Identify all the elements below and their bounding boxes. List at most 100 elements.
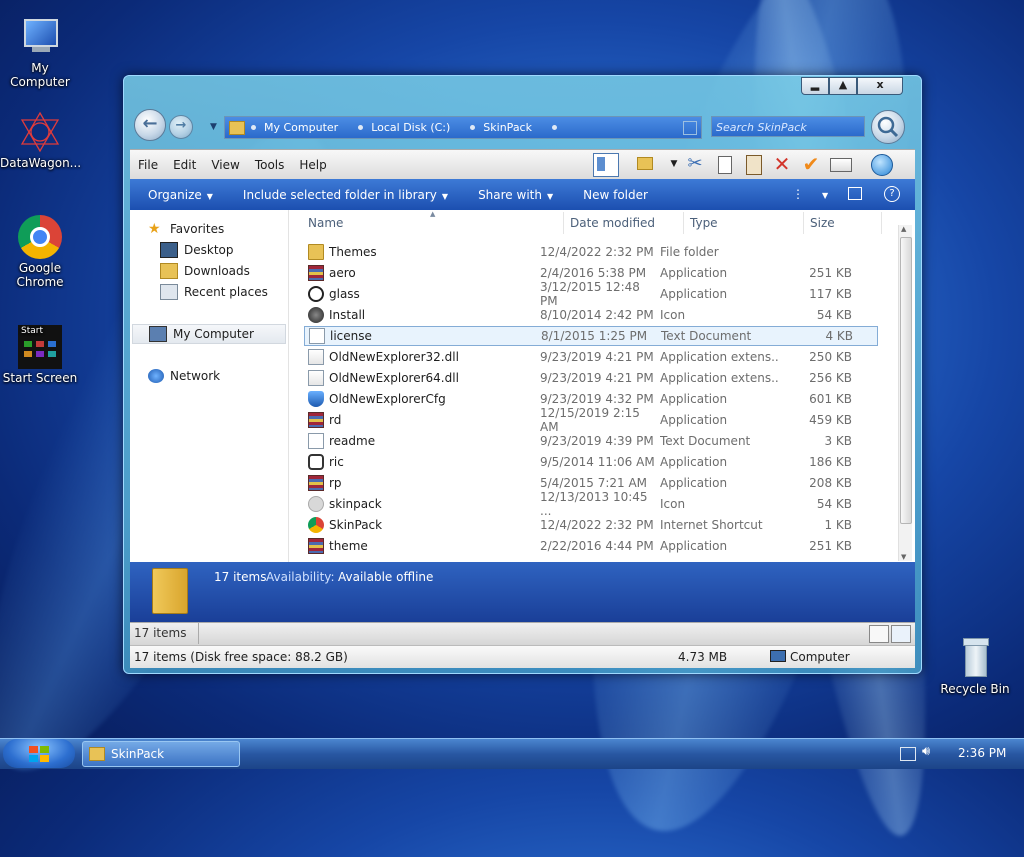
file-row[interactable]: SkinPack 12/4/2022 2:32 PM Internet Shortc… xyxy=(304,515,878,535)
close-button[interactable]: x xyxy=(857,77,903,95)
file-row[interactable]: Themes 12/4/2022 2:32 PM File folder xyxy=(304,242,878,262)
maximize-button[interactable]: ▲ xyxy=(829,77,857,95)
desktop-icon-start-screen[interactable]: Start Start Screen xyxy=(0,325,80,385)
file-date: 3/12/2015 12:48 PM xyxy=(540,280,640,308)
file-size: 54 KB xyxy=(816,497,852,511)
back-arrow-icon: ← xyxy=(142,113,158,134)
breadcrumb-skinpack[interactable]: SkinPack xyxy=(464,121,532,134)
volume-icon[interactable]: 🔊︎ xyxy=(922,744,930,759)
chevron-down-icon: ▼ xyxy=(206,191,213,201)
preview-pane-toggle-icon[interactable] xyxy=(848,187,862,200)
details-availability-label: Availability: xyxy=(266,570,335,584)
text-document-icon xyxy=(309,328,325,344)
checkmark-icon[interactable]: ✔ xyxy=(799,153,823,175)
network-tray-icon[interactable] xyxy=(900,747,916,761)
file-row[interactable]: glass 3/12/2015 12:48 PM Application 117 KB xyxy=(304,280,878,308)
paste-icon[interactable] xyxy=(741,153,765,175)
file-row[interactable]: theme 2/22/2016 4:44 PM Application 251 KB xyxy=(304,536,878,556)
desktop-icon-google-chrome[interactable]: Google Chrome xyxy=(0,215,80,289)
share-with-button[interactable]: Share with ▼ xyxy=(478,188,553,202)
file-row[interactable]: OldNewExplorer64.dll 9/23/2019 4:21 PM App… xyxy=(304,368,878,388)
minimize-button[interactable]: ▂ xyxy=(801,77,829,95)
breadcrumb-separator xyxy=(551,125,557,130)
recent-pages-dropdown[interactable]: ▼ xyxy=(210,122,217,132)
file-row[interactable]: rd 12/15/2019 2:15 AM Application 459 KB xyxy=(304,406,878,434)
globe-icon[interactable] xyxy=(870,153,894,176)
clock[interactable]: 2:36 PM xyxy=(958,746,1006,760)
file-row[interactable]: ric 9/5/2014 11:06 AM Application 186 KB xyxy=(304,452,878,472)
search-button[interactable] xyxy=(871,110,905,144)
datawagon-icon xyxy=(18,110,62,154)
file-row[interactable]: license 8/1/2015 1:25 PM Text Document 4 KB xyxy=(304,326,878,346)
column-header-name[interactable]: Name xyxy=(302,212,564,234)
forward-button[interactable]: → xyxy=(169,115,193,139)
star-icon: ★ xyxy=(148,221,161,237)
address-bar[interactable]: My Computer Local Disk (C:) SkinPack xyxy=(224,116,702,139)
file-name-cell: SkinPack xyxy=(304,517,540,533)
file-type: Application extens... xyxy=(660,371,780,385)
file-row[interactable]: skinpack 12/13/2013 10:45 ... Icon 54 KB xyxy=(304,490,878,518)
refresh-button[interactable] xyxy=(683,120,697,135)
search-input[interactable]: Search SkinPack xyxy=(711,116,865,137)
organize-button[interactable]: Organize ▼ xyxy=(148,188,213,202)
menu-tools[interactable]: Tools xyxy=(251,158,292,172)
start-button[interactable] xyxy=(3,739,75,768)
nav-my-computer[interactable]: My Computer xyxy=(132,324,286,344)
file-name-cell: aero xyxy=(304,265,540,281)
file-row[interactable]: readme 9/23/2019 4:39 PM Text Document 3 KB xyxy=(304,431,878,451)
file-row[interactable]: Install 8/10/2014 2:42 PM Icon 54 KB xyxy=(304,305,878,325)
details-view-icon[interactable] xyxy=(869,625,889,643)
desktop-icon-datawagon[interactable]: DataWagon... xyxy=(0,110,81,170)
file-date: 9/23/2019 4:21 PM xyxy=(540,350,654,364)
file-type: Application extens... xyxy=(660,350,780,364)
scrollbar-thumb[interactable] xyxy=(900,237,912,524)
folder-options-icon[interactable] xyxy=(633,153,657,175)
file-name: skinpack xyxy=(329,497,382,511)
menu-help[interactable]: Help xyxy=(295,158,333,172)
archive-app-icon xyxy=(308,412,324,428)
preview-pane-icon[interactable] xyxy=(593,153,619,177)
desktop-icon-recycle-bin[interactable]: Recycle Bin xyxy=(935,636,1015,696)
column-header-date[interactable]: Date modified xyxy=(564,212,684,234)
computer-icon xyxy=(149,326,167,342)
back-button[interactable]: ← xyxy=(134,109,166,141)
column-header-type[interactable]: Type xyxy=(684,212,804,234)
file-date: 8/1/2015 1:25 PM xyxy=(541,329,648,343)
file-size: 208 KB xyxy=(809,476,852,490)
nav-desktop[interactable]: Desktop xyxy=(160,240,234,260)
file-row[interactable]: OldNewExplorer32.dll 9/23/2019 4:21 PM App… xyxy=(304,347,878,367)
thumbnail-view-icon[interactable] xyxy=(891,625,911,643)
taskbar-item-skinpack[interactable]: SkinPack xyxy=(82,741,240,767)
desktop-icon-my-computer[interactable]: My Computer xyxy=(0,15,80,89)
status-selection-size: 4.73 MB xyxy=(678,650,728,664)
desktop-icon xyxy=(160,242,178,258)
file-size: 1 KB xyxy=(824,518,852,532)
copy-icon[interactable] xyxy=(712,153,736,175)
file-date: 12/4/2022 2:32 PM xyxy=(540,245,654,259)
file-name-cell: theme xyxy=(304,538,540,554)
breadcrumb-local-disk[interactable]: Local Disk (C:) xyxy=(352,121,450,134)
vertical-scrollbar[interactable]: ▲ ▼ xyxy=(898,225,912,561)
file-name: glass xyxy=(329,287,360,301)
breadcrumb-my-computer[interactable]: My Computer xyxy=(245,121,338,134)
view-options-button[interactable]: ⋮ ▼ xyxy=(792,187,828,201)
forward-arrow-icon: → xyxy=(175,118,187,133)
desktop-icon-label: Google Chrome xyxy=(16,261,64,289)
menu-file[interactable]: File xyxy=(134,158,165,172)
include-in-library-button[interactable]: Include selected folder in library ▼ xyxy=(243,188,448,202)
nav-downloads[interactable]: Downloads xyxy=(160,261,250,281)
menu-view[interactable]: View xyxy=(207,158,246,172)
help-icon[interactable]: ? xyxy=(884,186,900,202)
menu-edit[interactable]: Edit xyxy=(169,158,203,172)
file-name: theme xyxy=(329,539,368,553)
column-header-size[interactable]: Size xyxy=(804,212,882,234)
nav-recent-places[interactable]: Recent places xyxy=(160,282,268,302)
file-type: File folder xyxy=(660,245,719,259)
shield-app-icon xyxy=(308,391,324,407)
new-folder-button[interactable]: New folder xyxy=(583,188,648,202)
properties-icon[interactable] xyxy=(828,153,852,175)
cut-icon[interactable]: ✂ xyxy=(683,153,707,175)
nav-favorites[interactable]: ★ Favorites xyxy=(148,219,224,239)
delete-icon[interactable]: ✕ xyxy=(770,153,794,175)
nav-network[interactable]: Network xyxy=(148,366,220,386)
